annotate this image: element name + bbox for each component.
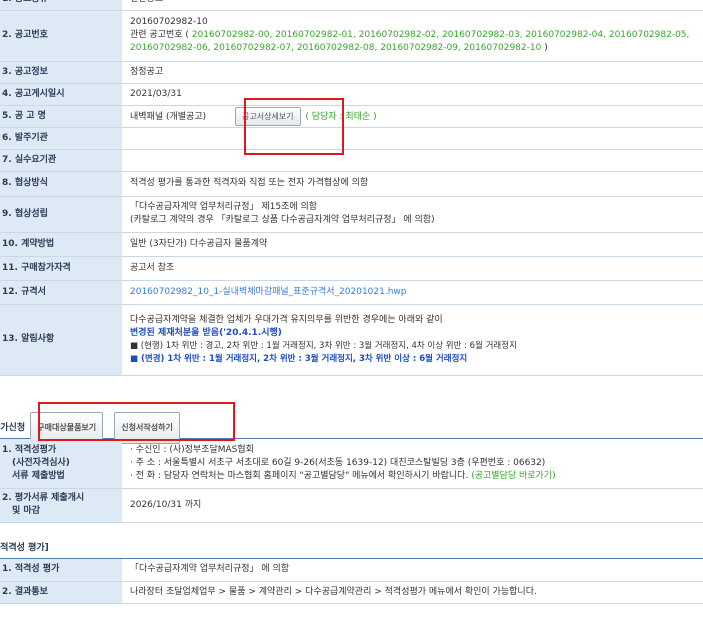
negotiation-result-line-2: (카탈로그 계약의 경우 「카탈로그 상품 다수공급자계약 업무처리규정」 에 … [130, 215, 435, 225]
spec-label: 12. 규격서 [0, 280, 122, 305]
qualification-eval-label: 1. 적격성 평가 [0, 559, 122, 582]
negotiation-result-cell: 「다수공급자계약 업무처리규정」 제15조에 의함 (카탈로그 계약의 경우 「… [122, 196, 703, 233]
result-notice-label: 2. 결과통보 [0, 581, 122, 604]
notice-line-3: ■ (현행) 1차 위반 : 경고, 2차 위반 : 1월 거래정지, 3차 위… [130, 340, 517, 351]
evaluation-submission-table: 1. 적격성평가 (사전자격심사) 서류 제출방법 · 수신인 : (사)정부조… [0, 439, 703, 523]
deadline-label-line-2: 및 마감 [12, 506, 40, 516]
negotiation-method-label: 8. 협상방식 [0, 171, 122, 197]
qualification-value: 공고서 참조 [122, 256, 703, 281]
name-cell: 내벽패널 (개별공고) 공고서상세보기 ( 담당자 : 최태순 ) [122, 105, 703, 128]
spec-file-link[interactable]: 20160702982_10_1-실내벽체마감패널_표준규격서_20201021… [130, 287, 407, 297]
deadline-label-line-1: 2. 평가서류 제출개시 [2, 493, 85, 503]
qualification-title: [적격성 평가] [0, 543, 49, 553]
contract-method-value: 일반 (3자단가) 다수공급자 물품계약 [122, 232, 703, 257]
qualification-eval-value: 「다수공급자계약 업무처리규정」 에 의함 [122, 559, 703, 582]
negotiation-result-line-1: 「다수공급자계약 업무처리규정」 제15조에 의함 [130, 202, 318, 212]
submission-label-line-1: 1. 적격성평가 [2, 444, 57, 455]
highlight-box-participation [38, 402, 235, 441]
participation-title: 참가신청 [0, 423, 26, 433]
type-value: 일반공고 [122, 0, 703, 11]
announcement-info-table: 1. 공고종류 일반공고 2. 공고번호 20160702982-10 관련 공… [0, 0, 703, 376]
manager-shortcut-link[interactable]: (공고별담당 바로가기) [471, 471, 555, 481]
related-numbers-list-1[interactable]: 20160702982-00, 20160702982-01, 20160702… [192, 30, 690, 40]
notice-cell: 다수공급자계약을 체결한 업체가 우대가격 유지의무를 위반한 경우에는 아래와… [122, 304, 703, 376]
name-label: 5. 공 고 명 [0, 105, 122, 128]
contract-method-label: 10. 계약방법 [0, 232, 122, 257]
demand-agency-label: 7. 실수요기관 [0, 149, 122, 172]
name-value: 내벽패널 (개별공고) [130, 111, 207, 122]
deadline-value: 2026/10/31 까지 [122, 488, 703, 523]
notice-line-4: ■ (변경) 1차 위반 : 1월 거래정지, 2차 위반 : 3월 거래정지,… [130, 353, 468, 364]
deadline-label: 2. 평가서류 제출개시 및 마감 [0, 488, 122, 523]
address-text: · 주 소 : 서울특별시 서초구 서초대로 60길 9-26(서초동 1639… [130, 457, 546, 468]
highlight-box-detail [244, 98, 344, 155]
notice-line-2: 변경된 제재처분을 받음('20.4.1.시행) [130, 327, 282, 338]
notice-line-1: 다수공급자계약을 체결한 업체가 우대가격 유지의무를 위반한 경우에는 아래와… [130, 314, 443, 325]
demand-agency-value [122, 149, 703, 172]
phone-line: · 전 화 : 담당자 연락처는 마스협회 홈페이지 "공고별담당" 메뉴에서 … [130, 470, 695, 483]
info-value: 정정공고 [122, 61, 703, 84]
result-notice-value: 나라장터 조달업체업무 > 물품 > 계약관리 > 다수공급계약관리 > 적격성… [122, 581, 703, 604]
qualification-label: 11. 구매참가자격 [0, 256, 122, 281]
number-value: 20160702982-10 [130, 17, 208, 27]
submission-label-line-2: (사전자격심사) [12, 457, 70, 468]
recipient-text: · 수신인 : (사)정부조달MAS협회 [130, 444, 254, 455]
number-label: 2. 공고번호 [0, 10, 122, 62]
negotiation-result-label: 9. 협상성립 [0, 196, 122, 233]
related-suffix: ) [544, 43, 548, 53]
phone-text: · 전 화 : 담당자 연락처는 마스협회 홈페이지 "공고별담당" 메뉴에서 … [130, 470, 469, 481]
date-label: 4. 공고게시일시 [0, 83, 122, 106]
spec-cell: 20160702982_10_1-실내벽체마감패널_표준규격서_20201021… [122, 280, 703, 305]
ordering-agency-label: 6. 발주기관 [0, 127, 122, 150]
submission-method-cell: · 수신인 : (사)정부조달MAS협회 · 주 소 : 서울특별시 서초구 서… [122, 439, 703, 489]
date-value: 2021/03/31 [122, 83, 703, 106]
number-cell: 20160702982-10 관련 공고번호 ( 20160702982-00,… [122, 10, 703, 62]
ordering-agency-value [122, 127, 703, 150]
submission-label-line-3: 서류 제출방법 [12, 470, 65, 481]
related-prefix: 관련 공고번호 ( [130, 30, 189, 40]
related-numbers-list-2[interactable]: 20160702982-06, 20160702982-07, 20160702… [130, 43, 541, 53]
qualification-table: 1. 적격성 평가 「다수공급자계약 업무처리규정」 에 의함 2. 결과통보 … [0, 559, 703, 604]
type-label: 1. 공고종류 [0, 0, 122, 11]
info-label: 3. 공고정보 [0, 61, 122, 84]
notice-label: 13. 알림사항 [0, 304, 122, 376]
qualification-section-title: [적격성 평가] [0, 538, 703, 559]
submission-method-label: 1. 적격성평가 (사전자격심사) 서류 제출방법 [0, 439, 122, 489]
negotiation-method-value: 적격성 평가를 통과한 적격자와 직접 또는 전자 가격협상에 의함 [122, 171, 703, 197]
related-numbers: 관련 공고번호 ( 20160702982-00, 20160702982-01… [130, 29, 695, 55]
